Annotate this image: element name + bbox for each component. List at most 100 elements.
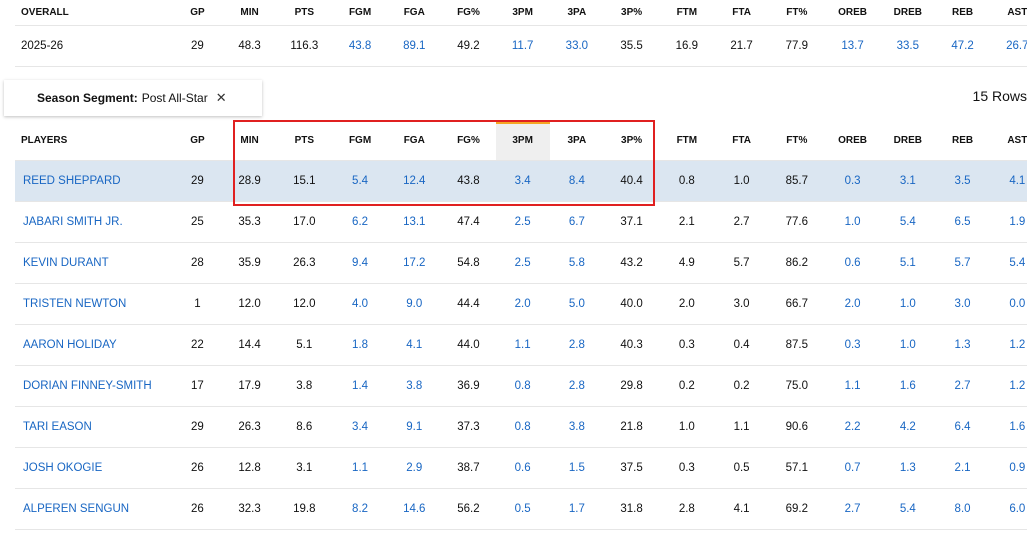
col-header-3p-pct[interactable]: 3P% bbox=[603, 0, 660, 26]
col-header-ast[interactable]: AST bbox=[989, 120, 1027, 161]
col-header-3pa[interactable]: 3PA bbox=[549, 120, 604, 161]
col-header-fgm[interactable]: FGM bbox=[332, 120, 388, 161]
stat-link[interactable]: 3.8 bbox=[387, 365, 442, 407]
stat-link[interactable]: 6.0 bbox=[989, 488, 1027, 530]
stat-link[interactable]: 12.4 bbox=[387, 160, 442, 202]
stat-link[interactable]: 1.7 bbox=[549, 488, 604, 530]
stat-link[interactable]: 1.3 bbox=[935, 324, 990, 366]
stat-link[interactable]: 8.0 bbox=[935, 488, 990, 530]
stat-link[interactable]: 5.4 bbox=[880, 488, 936, 530]
col-header-3pm-sorted[interactable]: 3PM bbox=[495, 120, 550, 161]
stat-link[interactable]: 0.6 bbox=[495, 447, 550, 489]
col-header-pts[interactable]: PTS bbox=[275, 120, 333, 161]
stat-link[interactable]: 89.1 bbox=[387, 25, 442, 67]
stat-link[interactable]: 5.4 bbox=[880, 201, 936, 243]
stat-link[interactable]: 47.2 bbox=[935, 25, 990, 67]
player-name-link[interactable]: KEVIN DURANT bbox=[23, 257, 109, 269]
stat-link[interactable]: 3.1 bbox=[880, 160, 936, 202]
col-header-dreb[interactable]: DREB bbox=[880, 120, 936, 161]
stat-link[interactable]: 9.0 bbox=[387, 283, 442, 325]
stat-link[interactable]: 9.4 bbox=[332, 242, 388, 284]
stat-link[interactable]: 2.7 bbox=[935, 365, 990, 407]
stat-link[interactable]: 8.4 bbox=[549, 160, 604, 202]
col-header-fga[interactable]: FGA bbox=[387, 120, 442, 161]
stat-link[interactable]: 1.0 bbox=[880, 283, 936, 325]
stat-link[interactable]: 1.1 bbox=[824, 365, 881, 407]
stat-link[interactable]: 2.5 bbox=[495, 201, 550, 243]
stat-link[interactable]: 2.1 bbox=[935, 447, 990, 489]
col-header-ast[interactable]: AST bbox=[989, 0, 1027, 26]
stat-link[interactable]: 5.4 bbox=[332, 160, 388, 202]
stat-link[interactable]: 1.2 bbox=[989, 365, 1027, 407]
col-header-fta[interactable]: FTA bbox=[714, 0, 769, 26]
col-header-oreb[interactable]: OREB bbox=[824, 0, 881, 26]
stat-link[interactable]: 33.5 bbox=[880, 25, 936, 67]
col-header-min[interactable]: MIN bbox=[223, 0, 276, 26]
stat-link[interactable]: 1.4 bbox=[332, 365, 388, 407]
stat-link[interactable]: 0.6 bbox=[824, 242, 881, 284]
player-name-link[interactable]: AARON HOLIDAY bbox=[23, 339, 117, 351]
stat-link[interactable]: 1.5 bbox=[549, 447, 604, 489]
stat-link[interactable]: 3.5 bbox=[935, 160, 990, 202]
stat-link[interactable]: 3.4 bbox=[495, 160, 550, 202]
stat-link[interactable]: 3.0 bbox=[935, 283, 990, 325]
col-header-ft-pct[interactable]: FT% bbox=[768, 0, 825, 26]
stat-link[interactable]: 0.3 bbox=[824, 324, 881, 366]
stat-link[interactable]: 4.1 bbox=[387, 324, 442, 366]
stat-link[interactable]: 13.1 bbox=[387, 201, 442, 243]
col-header-fgm[interactable]: FGM bbox=[332, 0, 388, 26]
stat-link[interactable]: 5.4 bbox=[989, 242, 1027, 284]
player-name-link[interactable]: JABARI SMITH JR. bbox=[23, 216, 123, 228]
stat-link[interactable]: 4.1 bbox=[989, 160, 1027, 202]
stat-link[interactable]: 1.2 bbox=[989, 324, 1027, 366]
stat-link[interactable]: 5.8 bbox=[549, 242, 604, 284]
stat-link[interactable]: 1.0 bbox=[880, 324, 936, 366]
stat-link[interactable]: 1.8 bbox=[332, 324, 388, 366]
col-header-ftm[interactable]: FTM bbox=[659, 0, 715, 26]
stat-link[interactable]: 2.5 bbox=[495, 242, 550, 284]
stat-link[interactable]: 6.5 bbox=[935, 201, 990, 243]
stat-link[interactable]: 6.2 bbox=[332, 201, 388, 243]
player-name-link[interactable]: REED SHEPPARD bbox=[23, 175, 121, 187]
col-header-ftm[interactable]: FTM bbox=[659, 120, 715, 161]
stat-link[interactable]: 14.6 bbox=[387, 488, 442, 530]
player-name-link[interactable]: TRISTEN NEWTON bbox=[23, 298, 126, 310]
stat-link[interactable]: 1.0 bbox=[824, 201, 881, 243]
stat-link[interactable]: 11.7 bbox=[495, 25, 550, 67]
stat-link[interactable]: 2.0 bbox=[824, 283, 881, 325]
col-header-fga[interactable]: FGA bbox=[387, 0, 442, 26]
stat-link[interactable]: 9.1 bbox=[387, 406, 442, 448]
stat-link[interactable]: 0.3 bbox=[824, 160, 881, 202]
close-icon[interactable]: ✕ bbox=[216, 90, 227, 106]
stat-link[interactable]: 6.7 bbox=[549, 201, 604, 243]
stat-link[interactable]: 1.1 bbox=[332, 447, 388, 489]
stat-link[interactable]: 5.1 bbox=[880, 242, 936, 284]
stat-link[interactable]: 1.1 bbox=[495, 324, 550, 366]
col-header-oreb[interactable]: OREB bbox=[824, 120, 881, 161]
col-header-min[interactable]: MIN bbox=[223, 120, 276, 161]
col-header-gp[interactable]: GP bbox=[171, 120, 224, 161]
stat-link[interactable]: 2.2 bbox=[824, 406, 881, 448]
player-name-link[interactable]: ALPEREN SENGUN bbox=[23, 503, 129, 515]
stat-link[interactable]: 13.7 bbox=[824, 25, 881, 67]
stat-link[interactable]: 8.2 bbox=[332, 488, 388, 530]
col-header-3pm[interactable]: 3PM bbox=[495, 0, 550, 26]
col-header-gp[interactable]: GP bbox=[171, 0, 224, 26]
stat-link[interactable]: 2.9 bbox=[387, 447, 442, 489]
player-name-link[interactable]: DORIAN FINNEY-SMITH bbox=[23, 380, 152, 392]
stat-link[interactable]: 0.8 bbox=[495, 406, 550, 448]
col-header-3p-pct[interactable]: 3P% bbox=[603, 120, 660, 161]
stat-link[interactable]: 2.7 bbox=[824, 488, 881, 530]
stat-link[interactable]: 0.7 bbox=[824, 447, 881, 489]
stat-link[interactable]: 0.0 bbox=[989, 283, 1027, 325]
stat-link[interactable]: 0.8 bbox=[495, 365, 550, 407]
stat-link[interactable]: 26.7 bbox=[989, 25, 1027, 67]
stat-link[interactable]: 1.6 bbox=[880, 365, 936, 407]
stat-link[interactable]: 2.0 bbox=[495, 283, 550, 325]
player-name-link[interactable]: JOSH OKOGIE bbox=[23, 462, 102, 474]
stat-link[interactable]: 2.8 bbox=[549, 365, 604, 407]
stat-link[interactable]: 33.0 bbox=[549, 25, 604, 67]
col-header-dreb[interactable]: DREB bbox=[880, 0, 936, 26]
col-header-ft-pct[interactable]: FT% bbox=[768, 120, 825, 161]
stat-link[interactable]: 1.6 bbox=[989, 406, 1027, 448]
